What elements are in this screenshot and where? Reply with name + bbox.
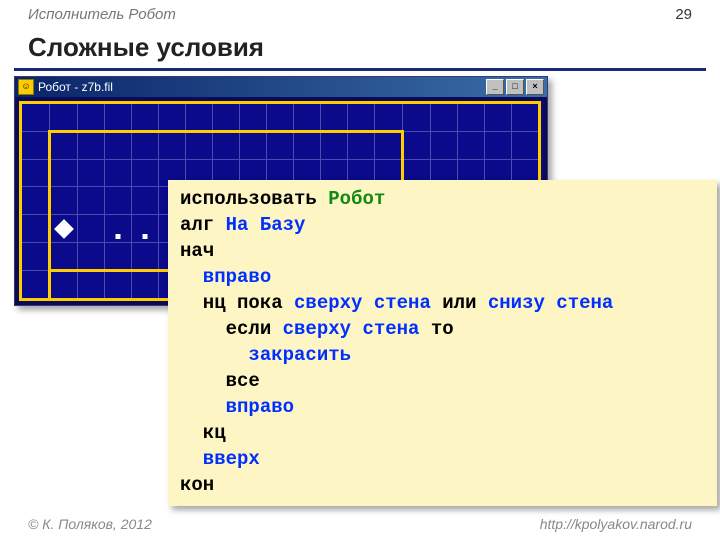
page-number: 29	[675, 6, 692, 23]
series-label: Исполнитель Робот	[28, 6, 176, 23]
marker-cell	[105, 215, 132, 243]
code-block: использовать Робот алг На Базу нач вправ…	[168, 180, 717, 506]
marker-cell	[132, 215, 159, 243]
title-underline	[14, 68, 706, 71]
footer-url: http://kpolyakov.narod.ru	[540, 516, 692, 532]
page-title: Сложные условия	[28, 32, 264, 63]
window-titlebar: ☺ Робот - z7b.fil _ □ ×	[15, 77, 547, 97]
dot-icon	[116, 234, 121, 239]
maximize-button[interactable]: □	[506, 79, 524, 95]
dot-icon	[143, 234, 148, 239]
close-button[interactable]: ×	[526, 79, 544, 95]
robot-cell	[50, 215, 78, 243]
robot-app-icon: ☺	[18, 79, 34, 95]
footer-copyright: © К. Поляков, 2012	[28, 516, 152, 532]
minimize-button[interactable]: _	[486, 79, 504, 95]
window-title: Робот - z7b.fil	[38, 80, 113, 94]
robot-icon	[54, 219, 74, 239]
